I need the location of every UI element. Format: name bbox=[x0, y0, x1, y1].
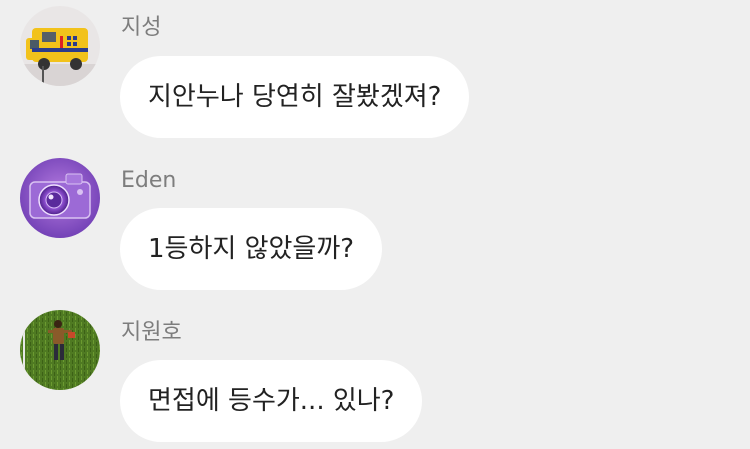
message-bubble[interactable]: 1등하지 않았을까? bbox=[120, 208, 383, 290]
message-bubble[interactable]: 면접에 등수가... 있나? bbox=[120, 360, 423, 442]
avatar[interactable] bbox=[20, 6, 100, 86]
camera-icon bbox=[20, 158, 100, 238]
sender-name: 지성 bbox=[121, 15, 162, 40]
avatar[interactable] bbox=[20, 310, 100, 390]
avatar[interactable] bbox=[20, 158, 100, 238]
sender-name: Eden bbox=[121, 168, 177, 193]
person-on-grass-icon bbox=[20, 310, 100, 390]
ambulance-toy-icon bbox=[20, 6, 100, 86]
sender-name: 지원호 bbox=[121, 320, 182, 345]
message-bubble[interactable]: 지안누나 당연히 잘봤겠져? bbox=[120, 56, 470, 138]
